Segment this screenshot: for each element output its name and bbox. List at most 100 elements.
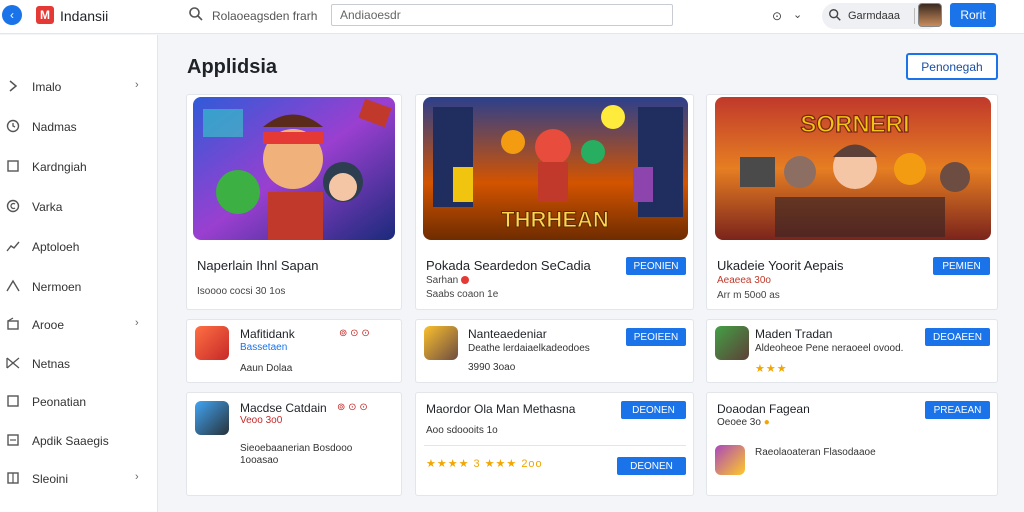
list-item[interactable]: Mafitidank ⊚ ⊙ ⊙ Bassetaen Aaun Dolaa <box>186 319 402 383</box>
settings-icon[interactable]: ⊙ <box>772 9 782 23</box>
list-item-meta: Aaun Dolaa <box>240 363 293 374</box>
search-icon <box>829 9 841 21</box>
header-action-button[interactable]: Rorit <box>950 3 996 27</box>
chevron-icon: › <box>135 79 139 91</box>
sidebar-item-label: Imalo <box>32 80 62 94</box>
list-item-button[interactable]: PEOIEEN <box>626 328 686 346</box>
sidebar-item-6[interactable]: Nermoen <box>0 271 158 301</box>
sidebar-item-3[interactable]: Kardngiah <box>0 151 158 181</box>
sidebar-item-label: Kardngiah <box>32 160 87 174</box>
featured-meta-2: Saabs coaon 1e <box>426 289 499 300</box>
star-rating-icon: ★★★★ 3 ★★★ 2oo <box>426 458 543 470</box>
list-item-button-secondary[interactable]: DEONEN <box>617 457 686 475</box>
game-banner-image: THRHEAN <box>423 97 688 240</box>
sidebar-item-label: Apdik Saaegis <box>32 434 109 448</box>
list-item-title: Macdse Catdain <box>240 401 327 415</box>
chevron-icon: › <box>135 471 139 483</box>
chart-icon <box>6 241 20 252</box>
list-item-title: Maden Tradan <box>755 327 833 341</box>
featured-action-button[interactable]: PEMIEN <box>933 257 990 275</box>
list-item-button[interactable]: DEONEN <box>621 401 686 419</box>
document-icon <box>7 160 19 172</box>
sidebar-item-label: Sleoini <box>32 472 69 486</box>
app-icon <box>195 401 229 435</box>
copyright-icon <box>6 199 20 213</box>
game-banner-image: SORNERI <box>715 97 991 240</box>
app-logo-icon: M <box>36 6 54 24</box>
list-item[interactable]: Nanteaedeniar PEOIEEN Deathe lerdaiaelka… <box>415 319 694 383</box>
featured-action-button[interactable]: PEONIEN <box>626 257 686 275</box>
list-item-meta: 3990 3oao <box>468 362 516 373</box>
featured-meta: Isoooo cocsi 30 1os <box>197 286 286 297</box>
featured-title: Ukadeie Yoorit Aepais <box>717 258 844 273</box>
list-item-title: Mafitidank <box>240 327 295 341</box>
chevron-icon: › <box>135 317 139 329</box>
sidebar-item-7[interactable]: Arooe › <box>0 309 158 339</box>
sidebar-item-label: Netnas <box>32 357 71 371</box>
list-item[interactable]: Maden Tradan DEOAEEN Aldeoheoe Pene nera… <box>706 319 998 383</box>
page-title: Applidsia <box>187 56 278 78</box>
grid-icon <box>7 472 19 484</box>
back-icon[interactable]: ‹ <box>2 5 22 25</box>
list-icon <box>7 434 19 446</box>
clock-icon <box>6 119 20 133</box>
list-item-sub: Deathe lerdaiaelkadeodoes <box>468 343 590 354</box>
featured-title: Pokada Seardedon SeCadia <box>426 258 591 273</box>
home-icon <box>6 279 20 292</box>
featured-card-2[interactable]: THRHEAN Pokada Seardedon SeCadia PEONIEN… <box>415 94 694 310</box>
featured-card-3[interactable]: SORNERI Ukadeie Yoorit Aepais PEMIEN Aea… <box>706 94 998 310</box>
outline-action-button[interactable]: Penonegah <box>906 53 998 80</box>
sidebar-item-10[interactable]: Apdik Saaegis <box>0 425 158 455</box>
sidebar-item-11[interactable]: Sleoini › <box>0 463 158 493</box>
avatar[interactable] <box>918 3 942 27</box>
sidebar-item-label: Nermoen <box>32 280 82 294</box>
rating-icon: ⊚ ⊙ ⊙ <box>337 402 368 413</box>
list-item-title: Doaodan Fagean <box>717 402 810 416</box>
sidebar-item-9[interactable]: Peonatian <box>0 386 158 416</box>
app-icon <box>715 326 749 360</box>
sidebar-item-label: Peonatian <box>32 395 87 409</box>
sidebar-item-4[interactable]: Varka <box>0 191 158 221</box>
featured-meta: Sarhan <box>426 275 470 286</box>
list-item-meta: Raeolaoateran Flasodaaoe <box>755 447 876 458</box>
featured-meta-2: Arr m 50o0 as <box>717 290 780 301</box>
list-item-title: Maordor Ola Man Methasna <box>426 402 576 416</box>
list-item[interactable]: Doaodan Fagean PREAEAN Oeoee 3o ● Raeola… <box>706 392 998 496</box>
list-item[interactable]: Maordor Ola Man Methasna DEONEN Aoo sdoo… <box>415 392 694 496</box>
list-item-sub: Oeoee 3o ● <box>717 417 770 428</box>
user-pill-text: Garmdaaa <box>848 10 900 22</box>
featured-meta: Aeaeea 30o <box>717 275 771 286</box>
list-item-button[interactable]: PREAEAN <box>925 401 990 419</box>
app-icon <box>195 326 229 360</box>
list-item-title: Nanteaedeniar <box>468 327 547 341</box>
list-item-sub: Aldeoheoe Pene neraoeel ovood. <box>755 343 904 354</box>
list-item-sub: Veoo 3o0 <box>240 415 283 426</box>
sidebar-item-5[interactable]: Aptoloeh <box>0 231 158 261</box>
featured-card-1[interactable]: Naperlain Ihnl Sapan Isoooo cocsi 30 1os <box>186 94 402 310</box>
square-icon <box>7 395 19 407</box>
list-item-button[interactable]: DEOAEEN <box>925 328 990 346</box>
game-banner-image <box>193 97 395 240</box>
list-item-meta: Sieoebaanerian Bosdooo 1ooasao <box>240 443 353 466</box>
pill-divider <box>914 8 915 24</box>
search-icon[interactable] <box>188 6 204 22</box>
sidebar-item-8[interactable]: Netnas <box>0 348 158 378</box>
search-input[interactable] <box>331 4 673 26</box>
list-item-sub: Bassetaen <box>240 342 288 353</box>
sidebar-item-1[interactable]: Imalo › <box>0 71 158 101</box>
rating-icon <box>461 276 470 285</box>
star-rating-icon: ★★★ <box>755 363 788 375</box>
sidebar-item-label: Nadmas <box>32 120 77 134</box>
rating-icon: ⊚ ⊙ ⊙ <box>339 328 370 339</box>
network-icon <box>6 357 20 369</box>
list-item[interactable]: Macdse Catdain ⊚ ⊙ ⊙ Veoo 3o0 Sieoebaane… <box>186 392 402 496</box>
divider <box>424 445 686 446</box>
sidebar-item-label: Arooe <box>32 318 65 332</box>
featured-title: Naperlain Ihnl Sapan <box>197 258 319 273</box>
search-label: Rolaoeagsden frarh <box>212 9 318 23</box>
chevron-down-icon[interactable]: ⌄ <box>793 8 802 21</box>
sidebar-item-label: Varka <box>32 200 63 214</box>
sidebar-item-label: Aptoloeh <box>32 240 80 254</box>
sidebar-item-2[interactable]: Nadmas <box>0 111 158 141</box>
top-bar: ‹ M Indansii Rolaoeagsden frarh ⊙ ⌄ Garm… <box>0 0 1024 34</box>
